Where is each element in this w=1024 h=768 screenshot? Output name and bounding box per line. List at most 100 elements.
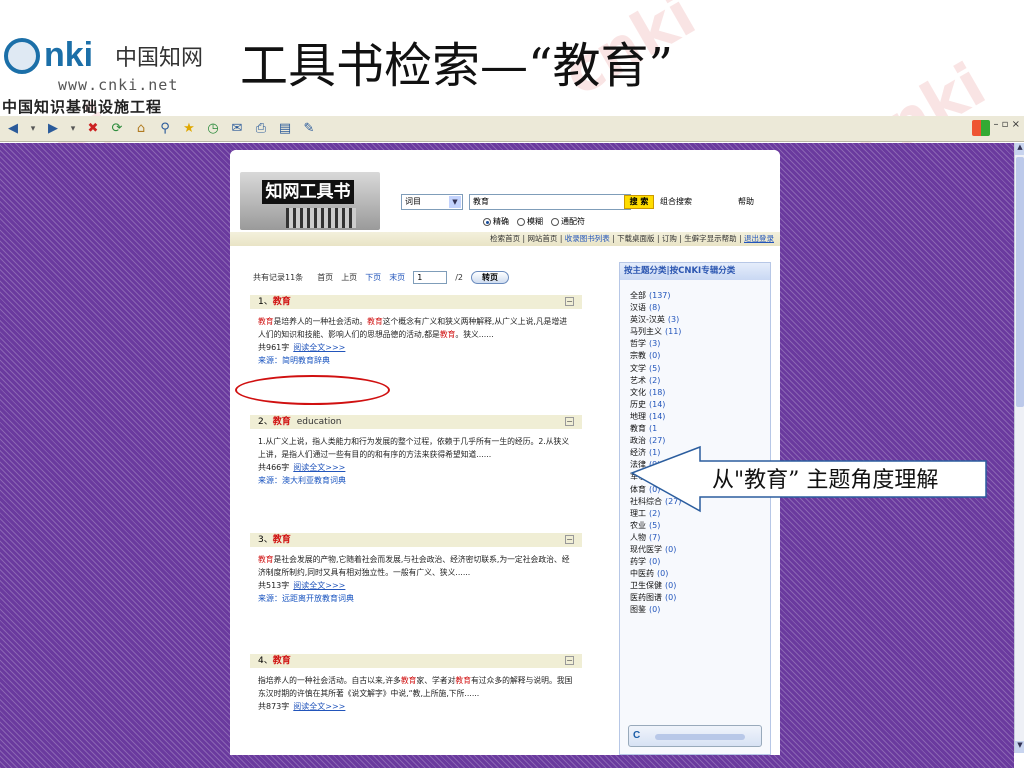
search-button[interactable]: 搜 索 <box>624 195 654 209</box>
topic-count: (7) <box>649 532 661 542</box>
record-source[interactable]: 来源：澳大利亚教育词典 <box>250 474 582 487</box>
back-icon[interactable]: ◀ <box>4 120 22 138</box>
combo-search-link[interactable]: 组合搜索 <box>660 196 692 207</box>
topic-name: 现代医学 <box>630 544 662 554</box>
topic-name: 马列主义 <box>630 327 662 337</box>
topic-count: (0) <box>665 581 677 591</box>
sidebar-footer-banner[interactable]: C <box>628 725 762 747</box>
nav-search-home[interactable]: 检索首页 <box>490 234 520 243</box>
read-full-link[interactable]: 阅读全文>>> <box>293 463 345 472</box>
nav-book-list[interactable]: 收录图书列表 <box>565 234 610 243</box>
banner-title: 知网工具书 <box>262 180 354 204</box>
topic-name: 宗教 <box>630 351 646 361</box>
field-select[interactable]: 词目 ▼ <box>401 194 463 210</box>
print-icon[interactable]: ⎙ <box>252 120 270 138</box>
forward-icon[interactable]: ▶ <box>44 120 62 138</box>
go-page-button[interactable]: 转页 <box>470 271 509 284</box>
forward-dropdown-icon[interactable]: ▾ <box>68 120 78 138</box>
topic-item[interactable]: 宗教 (0) <box>630 350 770 362</box>
edit-icon[interactable]: ▤ <box>276 120 294 138</box>
window-controls[interactable]: – ▫ × <box>993 119 1020 130</box>
radio-fuzzy[interactable]: 模糊 <box>517 216 543 227</box>
record-title[interactable]: 教育 <box>273 297 291 307</box>
radio-wildcard[interactable]: 通配符 <box>551 216 585 227</box>
topic-item[interactable]: 教育 (1 <box>630 423 770 435</box>
chevron-down-icon[interactable]: ▼ <box>449 196 461 208</box>
nav-order[interactable]: 订购 <box>662 234 677 243</box>
messenger-icon[interactable]: ✎ <box>300 120 318 138</box>
read-full-link[interactable]: 阅读全文>>> <box>293 343 345 352</box>
topic-item[interactable]: 全部 (137) <box>630 290 770 302</box>
stop-icon[interactable]: ✖ <box>84 120 102 138</box>
body-text: 指培养人的一种社会活动。自古以来,许多 <box>258 676 401 685</box>
read-full-link[interactable]: 阅读全文>>> <box>293 702 345 711</box>
topic-count: (1 <box>649 424 658 434</box>
scroll-down-icon[interactable]: ▼ <box>1015 741 1024 753</box>
next-page-link[interactable]: 下页 <box>365 272 381 283</box>
record-source[interactable]: 来源：简明教育辞典 <box>250 354 582 367</box>
record-header: 3、教育 − <box>250 533 582 547</box>
record-title[interactable]: 教育 <box>273 656 291 666</box>
vertical-scrollbar[interactable]: ▲ ▼ <box>1014 143 1024 753</box>
scroll-up-icon[interactable]: ▲ <box>1015 143 1024 155</box>
topic-item[interactable]: 人物 (7) <box>630 532 770 544</box>
search-icon[interactable]: ⚲ <box>156 120 174 138</box>
topic-item[interactable]: 汉语 (8) <box>630 302 770 314</box>
topic-item[interactable]: 文化 (18) <box>630 387 770 399</box>
record-source[interactable]: 来源：远距离开放教育词典 <box>250 592 582 605</box>
favorites-icon[interactable]: ★ <box>180 120 198 138</box>
topic-name: 中医药 <box>630 569 654 579</box>
home-icon[interactable]: ⌂ <box>132 120 150 138</box>
topic-item[interactable]: 历史 (14) <box>630 399 770 411</box>
keyword-highlight: 教育 <box>258 317 274 326</box>
site-banner[interactable]: 知网工具书 <box>240 172 380 230</box>
nav-site-home[interactable]: 网站首页 <box>527 234 557 243</box>
record-title[interactable]: 教育 <box>273 417 291 427</box>
nav-logout[interactable]: 退出登录 <box>744 234 774 243</box>
result-record: 3、教育 − 教育是社会发展的产物,它随着社会而发展,与社会政治、经济密切联系,为… <box>250 533 582 605</box>
prev-page-link[interactable]: 上页 <box>341 272 357 283</box>
topic-name: 汉语 <box>630 303 646 313</box>
history-icon[interactable]: ◷ <box>204 120 222 138</box>
record-body: 指培养人的一种社会活动。自古以来,许多教育家、学者对教育有过众多的解释与说明。我… <box>250 668 582 700</box>
first-page-link[interactable]: 首页 <box>317 272 333 283</box>
collapse-icon[interactable]: − <box>565 417 574 426</box>
radio-exact[interactable]: 精确 <box>483 216 509 227</box>
topic-item[interactable]: 农业 (5) <box>630 520 770 532</box>
sidebar-header[interactable]: 按主题分类|按CNKI专辑分类 <box>620 263 770 280</box>
keyword-input[interactable]: 教育 <box>469 194 631 210</box>
topic-item[interactable]: 地理 (14) <box>630 411 770 423</box>
topic-count: (27) <box>649 436 666 446</box>
topic-item[interactable]: 艺术 (2) <box>630 375 770 387</box>
topic-item[interactable]: 中医药 (0) <box>630 568 770 580</box>
topic-count: (18) <box>649 387 666 397</box>
record-meta: 共466字 阅读全文>>> <box>258 463 346 472</box>
topic-item[interactable]: 医药图谱 (0) <box>630 592 770 604</box>
record-title[interactable]: 教育 <box>273 535 291 545</box>
refresh-icon[interactable]: ⟳ <box>108 120 126 138</box>
topic-item[interactable]: 文学 (5) <box>630 363 770 375</box>
page-number-input[interactable]: 1 <box>413 271 448 284</box>
collapse-icon[interactable]: − <box>565 656 574 665</box>
topic-item[interactable]: 哲学 (3) <box>630 338 770 350</box>
topic-item[interactable]: 马列主义 (11) <box>630 326 770 338</box>
topic-item[interactable]: 现代医学 (0) <box>630 544 770 556</box>
mail-icon[interactable]: ✉ <box>228 120 246 138</box>
nav-rare-char-help[interactable]: 生僻字显示帮助 <box>684 234 737 243</box>
books-image <box>286 208 356 228</box>
topic-item[interactable]: 卫生保健 (0) <box>630 580 770 592</box>
help-link[interactable]: 帮助 <box>738 196 754 207</box>
topic-item[interactable]: 药学 (0) <box>630 556 770 568</box>
collapse-icon[interactable]: − <box>565 297 574 306</box>
back-dropdown-icon[interactable]: ▾ <box>28 120 38 138</box>
topic-item[interactable]: 图鉴 (0) <box>630 604 770 616</box>
topic-item[interactable]: 英汉-汉英 (3) <box>630 314 770 326</box>
collapse-icon[interactable]: − <box>565 535 574 544</box>
nav-download-desktop[interactable]: 下载桌面版 <box>617 234 655 243</box>
last-page-link[interactable]: 末页 <box>389 272 405 283</box>
topic-count: (0) <box>657 569 669 579</box>
topic-count: (5) <box>649 520 661 530</box>
topic-name: 医药图谱 <box>630 593 662 603</box>
scroll-thumb[interactable] <box>1016 157 1024 407</box>
read-full-link[interactable]: 阅读全文>>> <box>293 581 345 590</box>
